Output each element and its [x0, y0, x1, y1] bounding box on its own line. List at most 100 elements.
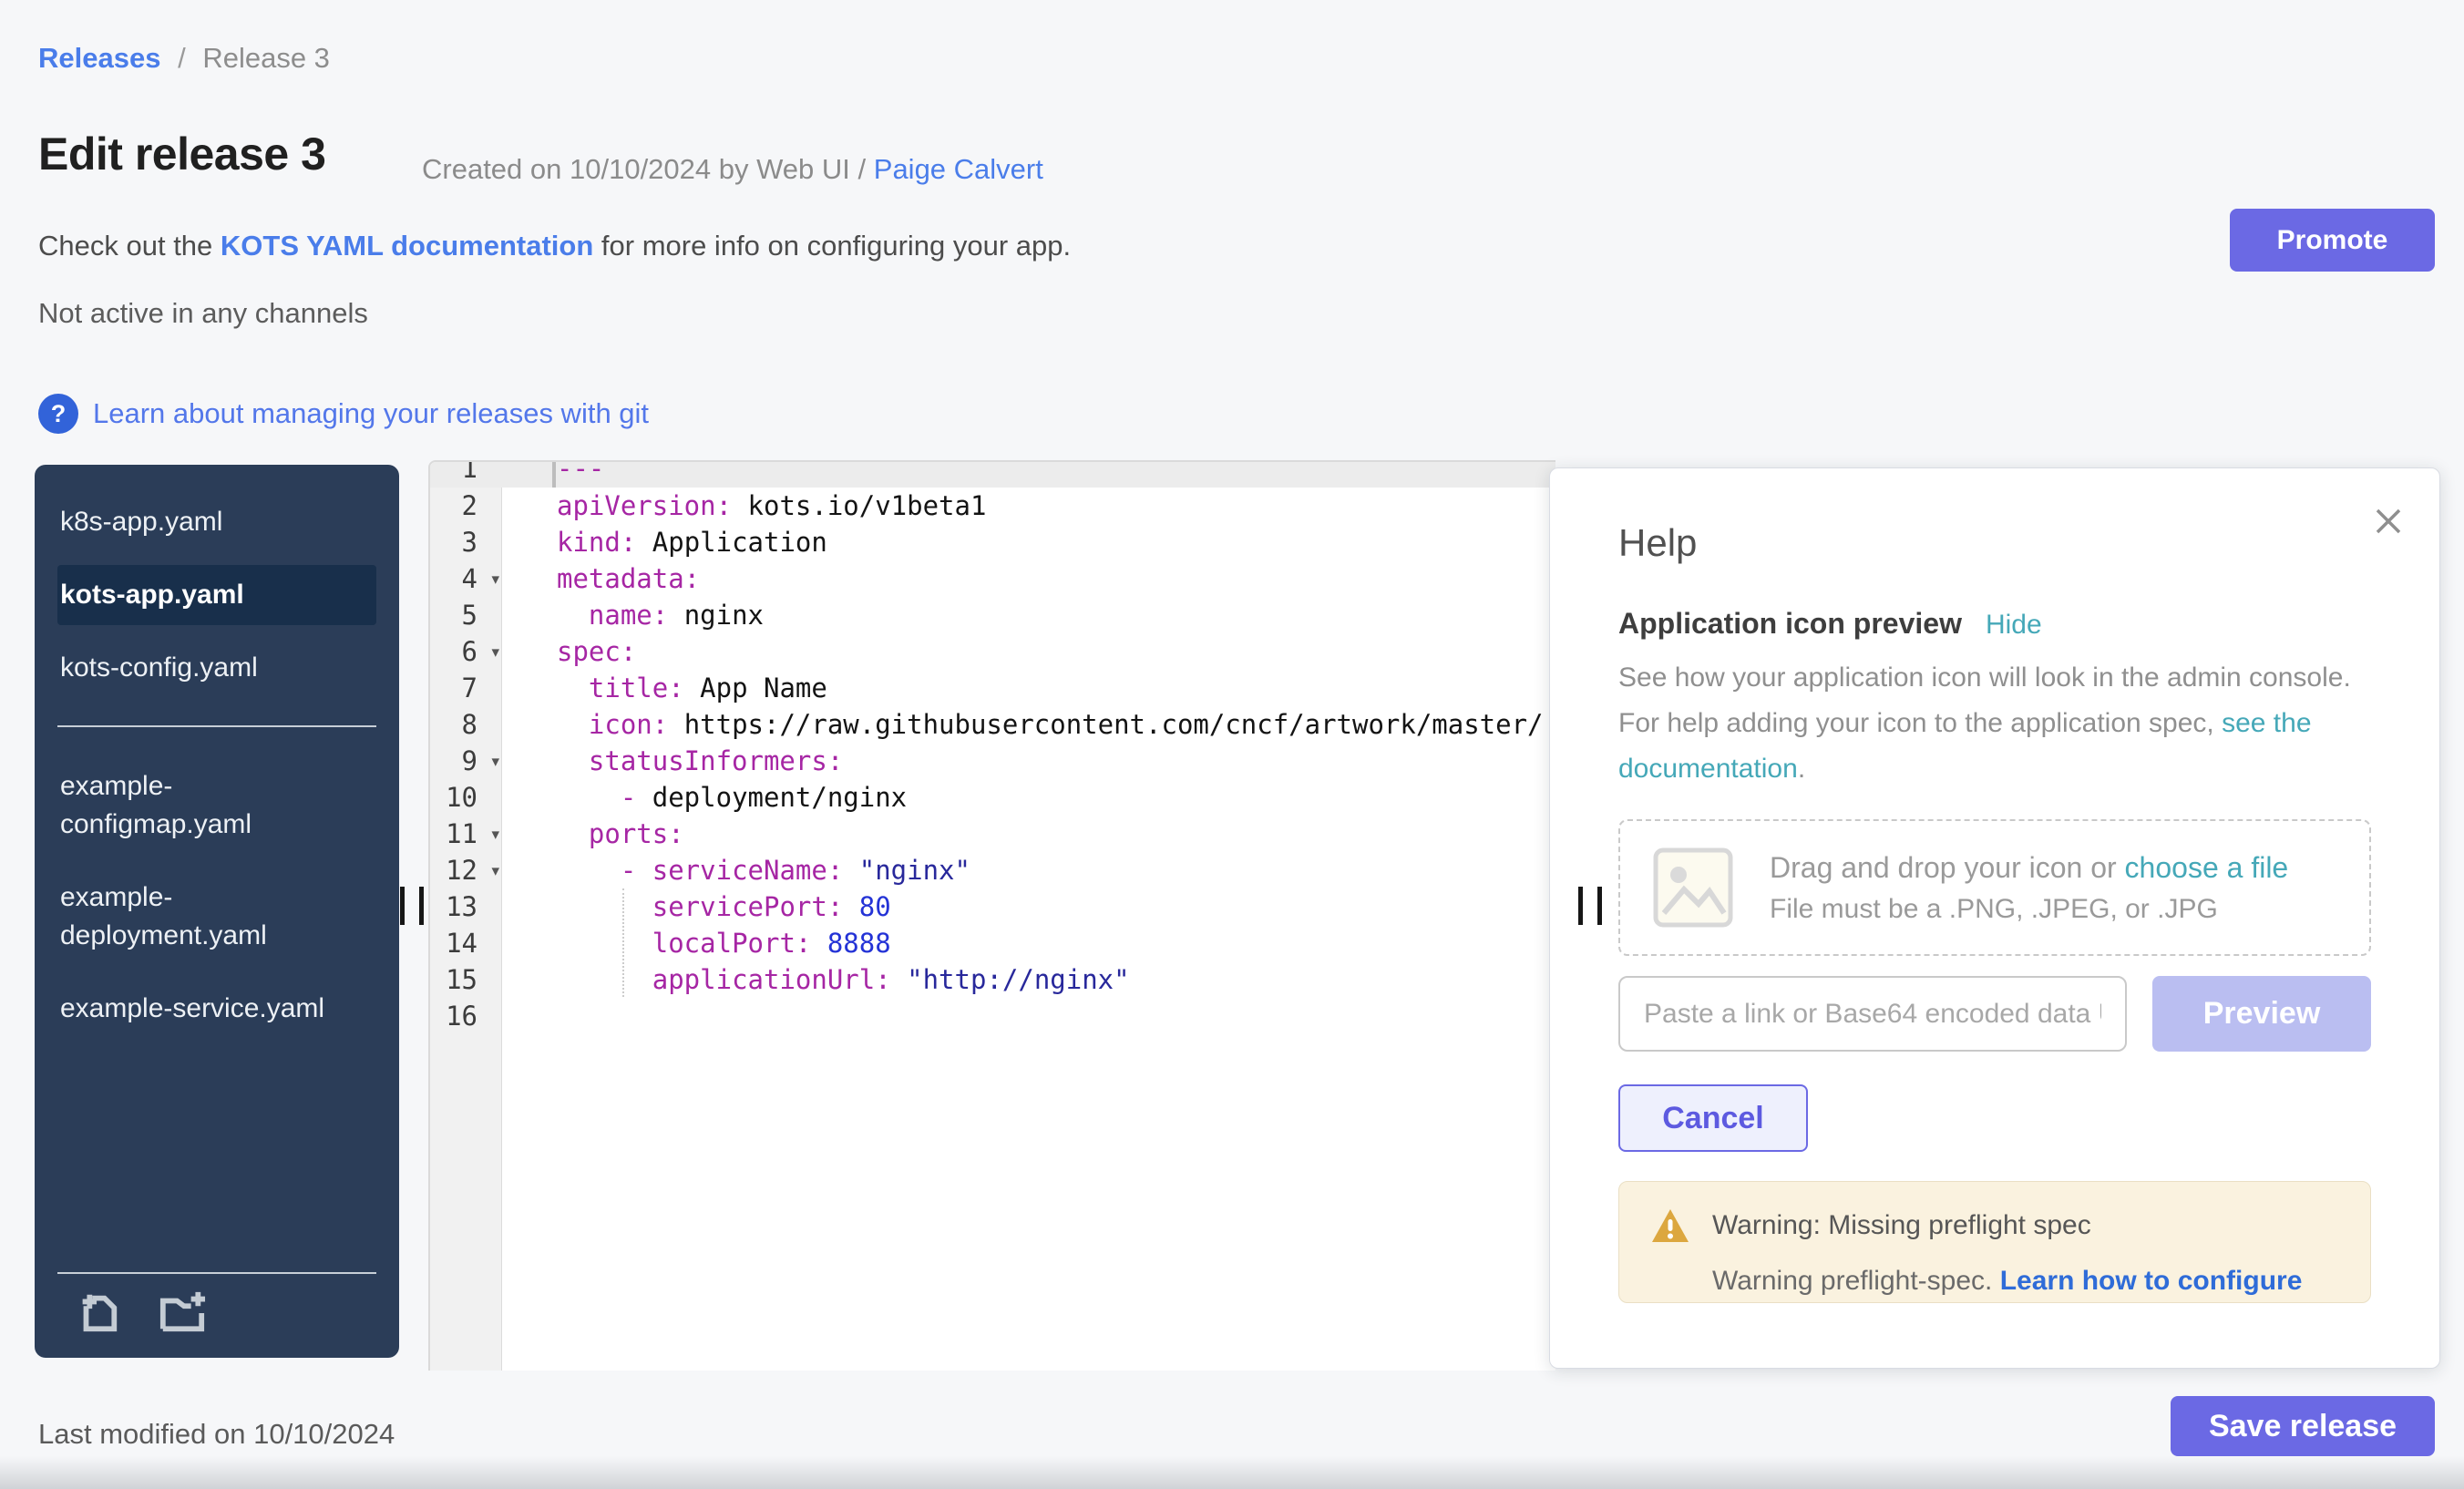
line-number: 5	[430, 597, 501, 633]
code-line-12[interactable]: 12▾ - serviceName: "nginx"	[430, 852, 1555, 888]
new-file-icon[interactable]	[74, 1289, 121, 1336]
code-text: metadata:	[557, 560, 700, 597]
icon-preview-title: Application icon preview	[1618, 607, 1962, 641]
question-circle-icon: ?	[38, 394, 78, 434]
sidebar-item-example-service.yaml[interactable]: example-service.yaml	[57, 979, 376, 1039]
file-sidebar: k8s-app.yaml kots-app.yaml kots-config.yam…	[35, 465, 399, 1358]
code-text: title: App Name	[557, 670, 827, 706]
code-text: spec:	[557, 633, 636, 670]
line-number: 7	[430, 670, 501, 706]
line-number: 16	[430, 998, 501, 1034]
fold-toggle-icon[interactable]: ▾	[491, 816, 499, 853]
git-help-link[interactable]: Learn about managing your releases with …	[93, 397, 649, 430]
code-line-8[interactable]: 8 icon: https://raw.githubusercontent.co…	[430, 706, 1555, 743]
code-line-2[interactable]: 2apiVersion: kots.io/v1beta1	[430, 488, 1555, 524]
preflight-warning-box: Warning: Missing preflight spec Warning …	[1618, 1181, 2371, 1303]
author-link[interactable]: Paige Calvert	[874, 153, 1043, 185]
code-line-9[interactable]: 9▾ statusInformers:	[430, 743, 1555, 779]
code-line-3[interactable]: 3kind: Application	[430, 524, 1555, 560]
warning-body: Warning preflight-spec. Learn how to con…	[1650, 1266, 2339, 1297]
new-folder-icon[interactable]	[156, 1289, 209, 1336]
line-number: 13	[430, 888, 501, 925]
sidebar-item-example-deployment.yaml[interactable]: example-deployment.yaml	[57, 868, 376, 966]
code-text: ---	[557, 462, 604, 476]
code-line-11[interactable]: 11▾ ports:	[430, 816, 1555, 852]
code-line-6[interactable]: 6▾spec:	[430, 633, 1555, 670]
code-line-4[interactable]: 4▾metadata:	[430, 560, 1555, 597]
channel-status: Not active in any channels	[38, 297, 368, 330]
fold-toggle-icon[interactable]: ▾	[491, 634, 499, 671]
save-release-button[interactable]: Save release	[2171, 1396, 2435, 1456]
breadcrumb-current: Release 3	[202, 42, 330, 74]
code-line-1[interactable]: 1---	[430, 462, 1555, 488]
dropzone-text: Drag and drop your icon or choose a file	[1770, 851, 2288, 885]
code-text: ports:	[557, 816, 684, 852]
created-line: Created on 10/10/2024 by Web UI / Paige …	[422, 153, 1043, 186]
release-editor-page: Releases / Release 3 Edit release 3 Crea…	[0, 0, 2464, 1489]
warning-body-text: Warning preflight-spec.	[1712, 1266, 1992, 1296]
code-text: - serviceName: "nginx"	[557, 852, 970, 888]
doc-hint-prefix: Check out the	[38, 230, 212, 262]
git-help-row: ? Learn about managing your releases wit…	[38, 394, 649, 434]
line-number: 12▾	[430, 852, 501, 888]
hide-link[interactable]: Hide	[1986, 610, 2042, 641]
code-line-13[interactable]: 13 servicePort: 80	[430, 888, 1555, 925]
code-lines: 1---2apiVersion: kots.io/v1beta13kind: A…	[430, 462, 1555, 1034]
code-text: applicationUrl: "http://nginx"	[557, 961, 1130, 998]
line-number: 3	[430, 524, 501, 560]
code-text: - deployment/nginx	[557, 779, 907, 816]
help-panel-title: Help	[1618, 521, 2371, 565]
breadcrumb-separator: /	[178, 42, 186, 74]
code-text: icon: https://raw.githubusercontent.com/…	[557, 706, 1544, 743]
cancel-button[interactable]: Cancel	[1618, 1084, 1808, 1152]
dropzone-hint: File must be a .PNG, .JPEG, or .JPG	[1770, 894, 2288, 925]
doc-hint-suffix: for more info on configuring your app.	[601, 230, 1071, 262]
kots-yaml-doc-link[interactable]: KOTS YAML documentation	[221, 230, 593, 262]
help-panel: Help Application icon preview Hide See h…	[1549, 467, 2440, 1369]
bottom-shadow	[0, 1456, 2464, 1489]
icon-preview-section-header: Application icon preview Hide	[1618, 607, 2371, 641]
sidebar-resize-handle[interactable]	[400, 887, 424, 925]
choose-file-link[interactable]: choose a file	[2125, 851, 2289, 884]
icon-url-input[interactable]	[1618, 976, 2127, 1052]
line-number: 8	[430, 706, 501, 743]
sidebar-bottom-divider	[57, 1272, 376, 1274]
sidebar-item-k8s-app.yaml[interactable]: k8s-app.yaml	[57, 492, 376, 552]
code-line-7[interactable]: 7 title: App Name	[430, 670, 1555, 706]
code-line-14[interactable]: 14 localPort: 8888	[430, 925, 1555, 961]
close-icon[interactable]	[2370, 503, 2407, 539]
code-line-15[interactable]: 15 applicationUrl: "http://nginx"	[430, 961, 1555, 998]
code-text: localPort: 8888	[557, 925, 891, 961]
line-number: 9▾	[430, 743, 501, 779]
fold-toggle-icon[interactable]: ▾	[491, 853, 499, 889]
breadcrumb-releases-link[interactable]: Releases	[38, 42, 160, 74]
warning-configure-link[interactable]: Learn how to configure	[2000, 1266, 2303, 1296]
icon-preview-description: See how your application icon will look …	[1618, 655, 2384, 792]
last-modified-text: Last modified on 10/10/2024	[38, 1418, 395, 1451]
line-number: 10	[430, 779, 501, 816]
editor-resize-handle[interactable]	[1578, 887, 1602, 925]
line-number: 15	[430, 961, 501, 998]
code-text: statusInformers:	[557, 743, 843, 779]
sidebar-item-kots-app.yaml[interactable]: kots-app.yaml	[57, 565, 376, 625]
code-text: servicePort: 80	[557, 888, 891, 925]
doc-hint-line: Check out the KOTS YAML documentation fo…	[38, 230, 1071, 262]
warning-title: Warning: Missing preflight spec	[1712, 1210, 2091, 1241]
promote-button[interactable]: Promote	[2230, 209, 2435, 272]
yaml-editor[interactable]: 1---2apiVersion: kots.io/v1beta13kind: A…	[428, 460, 1555, 1371]
code-text: name: nginx	[557, 597, 764, 633]
code-line-10[interactable]: 10 - deployment/nginx	[430, 779, 1555, 816]
indent-guide	[622, 888, 624, 997]
dropzone-text-prefix: Drag and drop your icon or	[1770, 851, 2117, 884]
fold-toggle-icon[interactable]: ▾	[491, 561, 499, 598]
sidebar-item-example-configmap.yaml[interactable]: example-configmap.yaml	[57, 756, 376, 855]
icon-dropzone[interactable]: Drag and drop your icon or choose a file…	[1618, 819, 2371, 956]
line-number: 14	[430, 925, 501, 961]
created-text: Created on 10/10/2024 by Web UI /	[422, 153, 866, 185]
preview-button[interactable]: Preview	[2152, 976, 2371, 1052]
fold-toggle-icon[interactable]: ▾	[491, 744, 499, 780]
code-line-16[interactable]: 16	[430, 998, 1555, 1034]
code-line-5[interactable]: 5 name: nginx	[430, 597, 1555, 633]
sidebar-item-kots-config.yaml[interactable]: kots-config.yaml	[57, 638, 376, 698]
warning-triangle-icon	[1650, 1207, 1690, 1244]
